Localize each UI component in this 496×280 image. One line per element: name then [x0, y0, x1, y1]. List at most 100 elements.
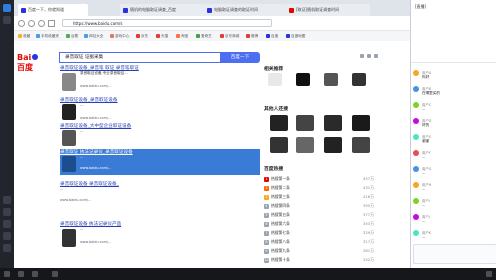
home-icon[interactable] — [48, 20, 55, 27]
avatar[interactable] — [413, 182, 419, 188]
bookmark-4[interactable]: 游戏中心 — [110, 33, 129, 39]
play-icon[interactable] — [4, 271, 10, 277]
result-thumbnail[interactable] — [62, 104, 76, 120]
bookmark-6[interactable]: 天猫 — [156, 33, 168, 39]
avatar[interactable] — [413, 198, 419, 204]
tab-0[interactable]: 百度一下，你就知道 — [18, 4, 88, 16]
result-url[interactable]: www.baidu.com/... — [80, 166, 260, 170]
fullscreen-icon[interactable] — [3, 244, 11, 252]
tab-1[interactable]: 随机的电脑取证调查_百度 — [120, 4, 204, 16]
bookmark-5[interactable]: 京东 — [136, 33, 148, 39]
app-icon[interactable] — [3, 4, 11, 12]
result-thumbnail[interactable] — [62, 229, 76, 247]
bookmark-1[interactable]: 手机收藏夹 — [36, 33, 59, 39]
product-image[interactable] — [324, 137, 342, 153]
product-image[interactable] — [352, 73, 366, 86]
hot-item[interactable]: 4 热搜第四条 395万 — [264, 202, 374, 210]
result-desc: ... — [80, 227, 84, 231]
user-icon[interactable] — [367, 54, 371, 58]
avatar[interactable] — [413, 102, 419, 108]
hot-text: 热搜第五条 — [271, 212, 290, 217]
url-input[interactable]: https://www.baidu.com/s — [62, 19, 272, 27]
settings-icon[interactable] — [486, 271, 492, 277]
hot-item[interactable]: 3 热搜第三条 416万 — [264, 193, 374, 201]
result-desc: 录音取证设备,专业录音取证... — [80, 71, 128, 75]
tool-icon[interactable] — [3, 16, 11, 24]
avatar[interactable] — [413, 70, 419, 76]
tab-label: 随机的电脑取证调查_百度 — [130, 7, 176, 12]
avatar[interactable] — [413, 86, 419, 92]
hot-item[interactable]: 1 热搜第一条 457万 — [264, 175, 374, 183]
product-image[interactable] — [296, 137, 314, 153]
hot-value: 281万 — [362, 248, 374, 253]
settings-icon[interactable] — [360, 54, 364, 58]
product-image[interactable] — [268, 73, 282, 86]
avatar[interactable] — [413, 134, 419, 140]
chat-message: 用户F... — [413, 150, 495, 164]
chat-text: 在哪里买的 — [422, 91, 440, 95]
product-image[interactable] — [352, 137, 370, 153]
bookmark-8[interactable]: 爱奇艺 — [196, 33, 212, 39]
camera-icon[interactable] — [3, 220, 11, 228]
result-url[interactable]: www.baidu.com/... — [60, 198, 260, 202]
tab-3[interactable]: [取证]随机取证调查时间 — [286, 4, 370, 16]
hot-value: 317万 — [362, 239, 374, 244]
result-thumbnail[interactable] — [62, 130, 76, 146]
chat-text: ... — [422, 235, 426, 239]
chat-title: [直播] — [415, 4, 427, 9]
avatar[interactable] — [413, 214, 419, 220]
result-thumbnail[interactable] — [62, 156, 76, 172]
bookmark-12[interactable]: 百度地图 — [286, 33, 305, 39]
pen-icon[interactable] — [32, 271, 38, 277]
bookmark-2[interactable]: 谷歌 — [66, 33, 78, 39]
product-image[interactable] — [352, 115, 370, 131]
tab-2[interactable]: 电脑取证调查的取证时间 — [204, 4, 286, 16]
screen-icon[interactable] — [3, 232, 11, 240]
hot-item[interactable]: 5 热搜第五条 377万 — [264, 211, 374, 219]
refresh-icon[interactable] — [38, 20, 45, 27]
hot-item[interactable]: 6 热搜第六条 353万 — [264, 220, 374, 228]
avatar[interactable] — [413, 150, 419, 156]
volume-icon[interactable] — [3, 196, 11, 204]
avatar[interactable] — [413, 118, 419, 124]
product-image[interactable] — [296, 73, 310, 86]
tab-label: [取证]随机取证调查时间 — [296, 7, 340, 12]
back-icon[interactable] — [18, 20, 25, 27]
baidu-logo[interactable]: Bai百度 — [17, 53, 55, 72]
result-url[interactable]: www.baidu.com/... — [80, 84, 260, 88]
forward-icon[interactable] — [28, 20, 35, 27]
bookmark-0[interactable]: 收藏 — [18, 33, 30, 39]
menu-icon[interactable] — [374, 54, 378, 58]
result-url[interactable]: www.baidu.com/... — [80, 240, 260, 244]
search-input[interactable]: 录音取证 证据采集 — [59, 52, 221, 63]
product-image[interactable] — [324, 115, 342, 131]
hot-rank: 3 — [264, 194, 269, 200]
hot-item[interactable]: 2 热搜第二条 431万 — [264, 184, 374, 192]
hot-rank: 6 — [264, 221, 269, 227]
hot-item[interactable]: 10 热搜第十条 252万 — [264, 256, 374, 264]
mic-icon[interactable] — [3, 208, 11, 216]
product-image[interactable] — [296, 115, 314, 131]
bookmark-7[interactable]: 淘宝 — [176, 33, 188, 39]
chat-text: ... — [422, 107, 426, 111]
search-button[interactable]: 百度一下 — [220, 52, 260, 63]
bookmark-3[interactable]: 网址大全 — [84, 33, 103, 39]
hot-item[interactable]: 8 热搜第八条 317万 — [264, 238, 374, 246]
bookmark-9[interactable]: 京东商城 — [220, 33, 239, 39]
product-image[interactable] — [324, 73, 338, 86]
result-url[interactable]: www.baidu.com/... — [80, 116, 260, 120]
chat-message: 用户D 好的 — [413, 118, 495, 132]
hot-item[interactable]: 7 热搜第七条 329万 — [264, 229, 374, 237]
avatar[interactable] — [413, 166, 419, 172]
result-desc: ... — [60, 187, 64, 191]
chat-input[interactable] — [413, 244, 496, 264]
bookmark-11[interactable]: 百度 — [266, 33, 278, 39]
product-image[interactable] — [270, 137, 288, 153]
product-image[interactable] — [270, 115, 288, 131]
bookmark-10[interactable]: 微博 — [246, 33, 258, 39]
result-thumbnail[interactable] — [62, 73, 76, 91]
hand-icon[interactable] — [52, 271, 58, 277]
avatar[interactable] — [413, 230, 419, 236]
menu-icon[interactable] — [18, 271, 24, 277]
hot-item[interactable]: 9 热搜第九条 281万 — [264, 247, 374, 255]
